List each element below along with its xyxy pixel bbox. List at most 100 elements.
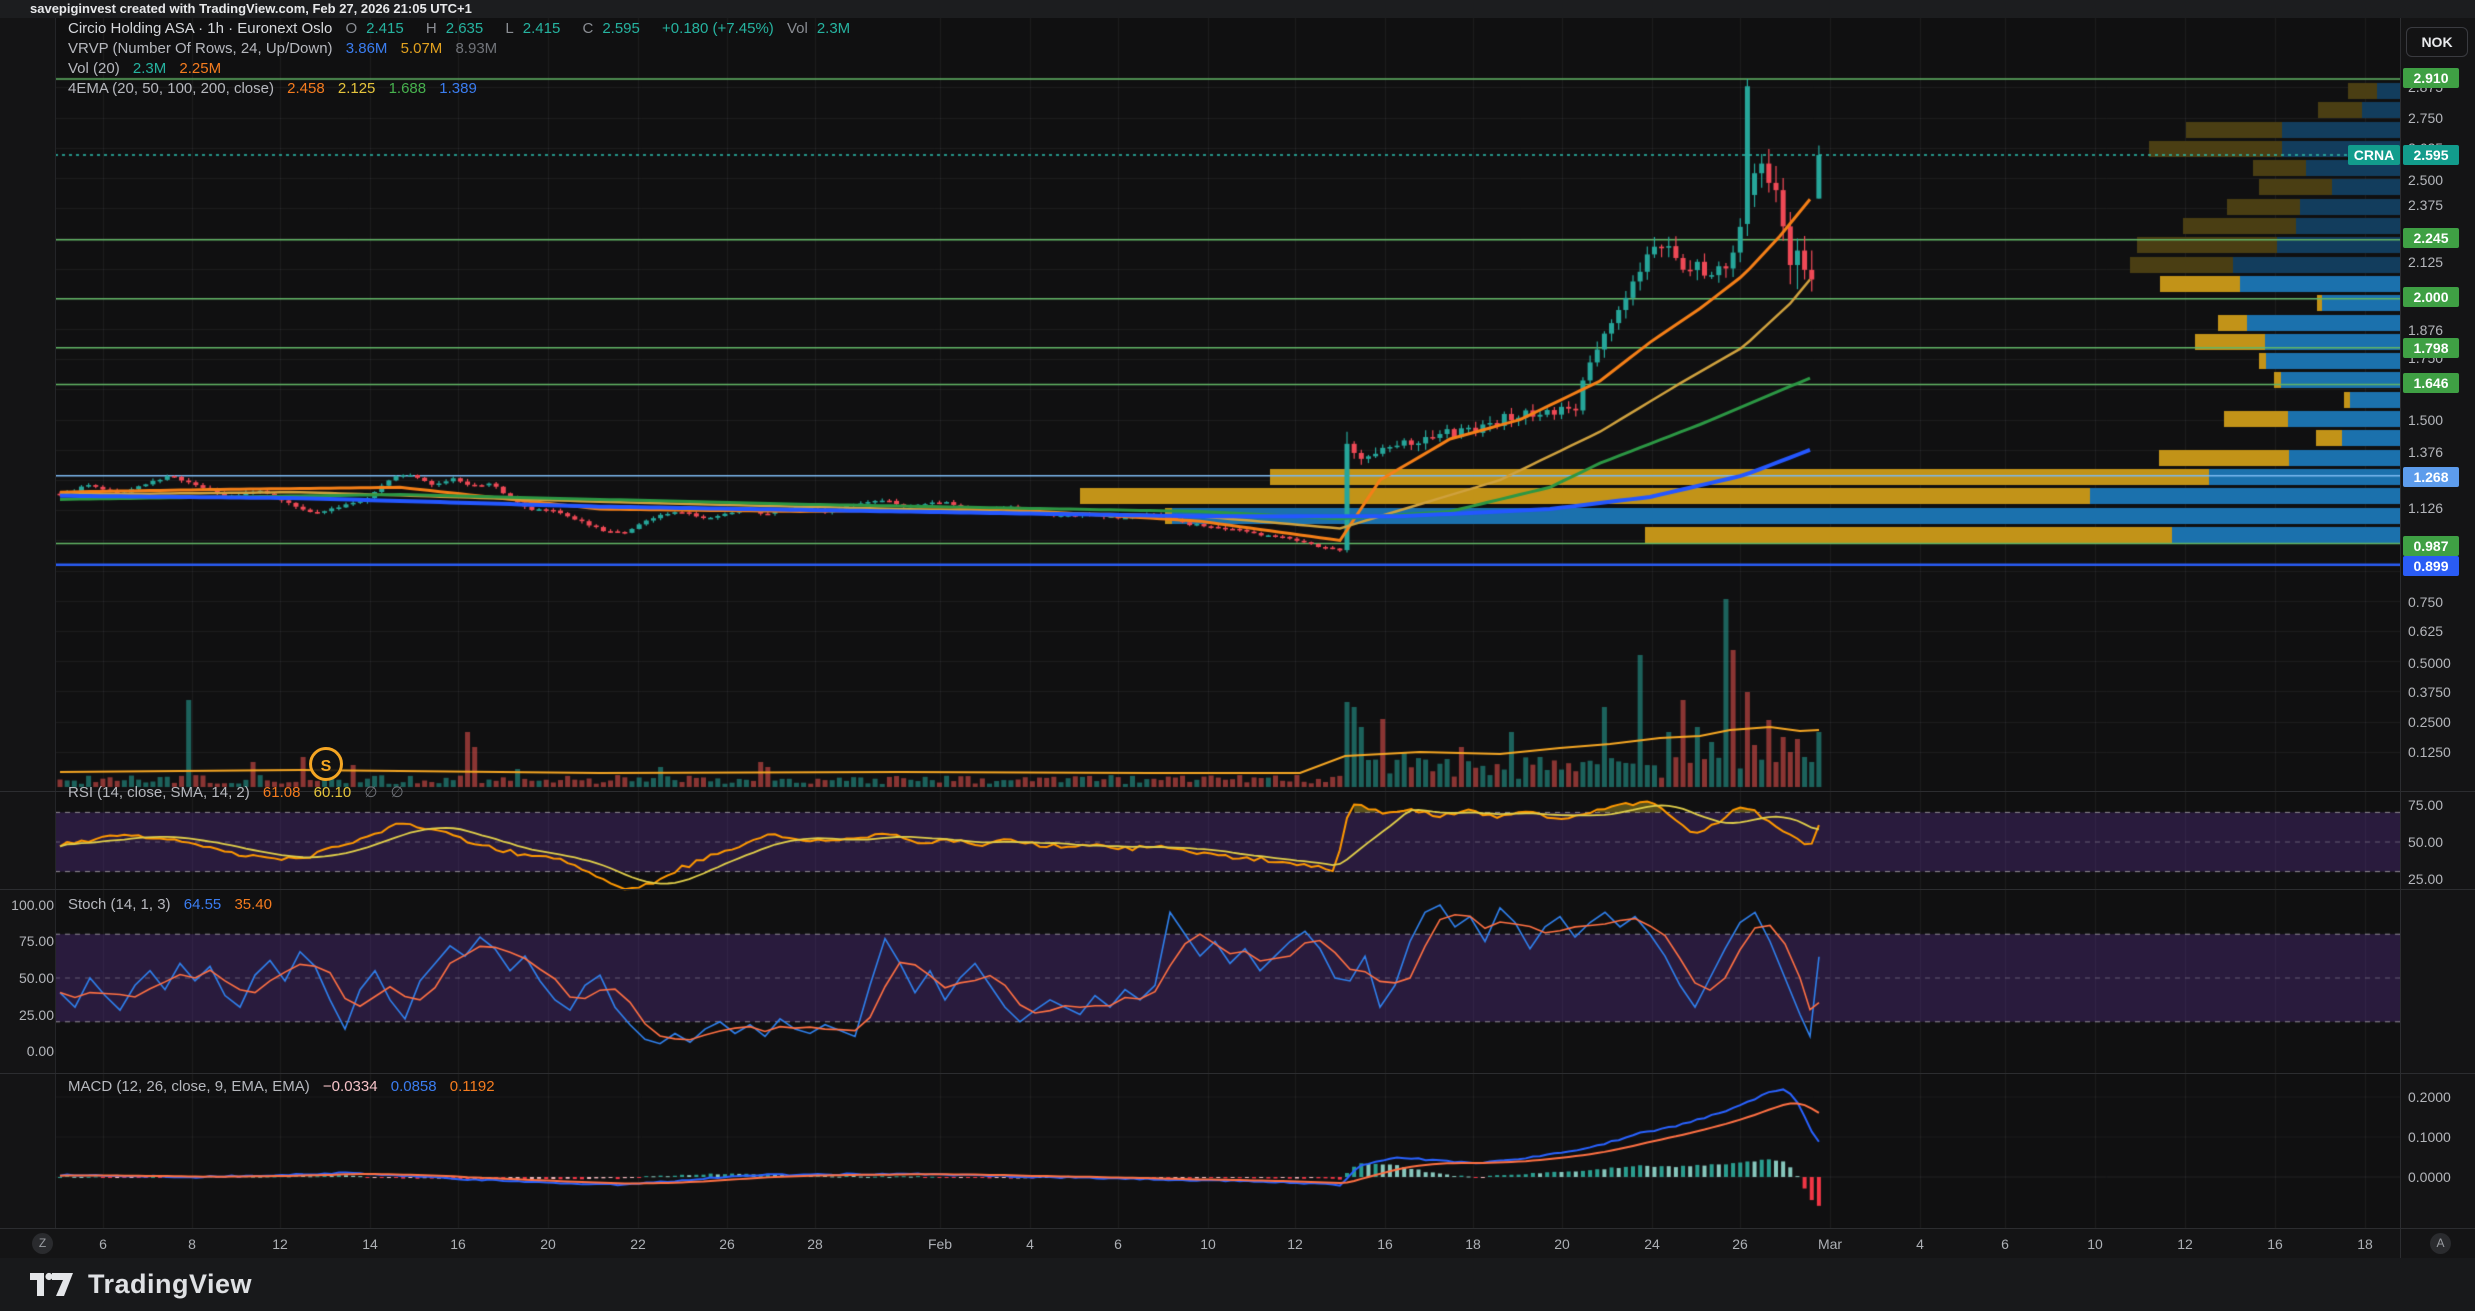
split-event-marker[interactable]: S bbox=[309, 747, 343, 781]
volume-label: Vol bbox=[786, 20, 808, 37]
change-value: +0.180 (+7.45%) bbox=[662, 20, 774, 37]
macd-name: MACD (12, 26, close, 9, EMA, EMA) bbox=[68, 1078, 310, 1095]
rsi-value-2: 60.10 bbox=[313, 784, 352, 801]
price-badge: 2.245 bbox=[2403, 228, 2459, 248]
stoch-k-value: 64.55 bbox=[183, 896, 222, 913]
ema50-value: 2.125 bbox=[337, 80, 376, 97]
pane-separator[interactable] bbox=[0, 889, 2475, 890]
time-axis-label: 6 bbox=[99, 1236, 107, 1252]
price-badge: 0.987 bbox=[2403, 536, 2459, 556]
price-axis-label: 2.125 bbox=[2408, 254, 2444, 270]
vrvp-value-3: 8.93M bbox=[455, 40, 498, 57]
time-axis-label: 16 bbox=[450, 1236, 466, 1252]
stoch-axis-label: 75.00 bbox=[18, 933, 54, 949]
price-axis-label: 1.500 bbox=[2408, 412, 2444, 428]
currency-button[interactable]: NOK bbox=[2406, 27, 2468, 57]
stoch-legend-row[interactable]: Stoch (14, 1, 3) 64.55 35.40 bbox=[68, 896, 281, 913]
time-axis-label: 20 bbox=[1554, 1236, 1570, 1252]
time-axis-label: Feb bbox=[927, 1236, 953, 1252]
time-axis-border bbox=[0, 1228, 2475, 1229]
attribution-text: savepiginvest created with TradingView.c… bbox=[30, 1, 472, 16]
vrvp-legend-row[interactable]: VRVP (Number Of Rows, 24, Up/Down) 3.86M… bbox=[68, 40, 506, 57]
ema-name: 4EMA (20, 50, 100, 200, close) bbox=[68, 80, 274, 97]
time-axis-label: 8 bbox=[188, 1236, 196, 1252]
time-axis-label: 24 bbox=[1644, 1236, 1660, 1252]
rsi-value-3: ∅ bbox=[364, 784, 378, 801]
tradingview-logo-icon bbox=[30, 1272, 73, 1296]
price-badge: 1.646 bbox=[2403, 373, 2459, 393]
stoch-axis-label: 0.00 bbox=[26, 1043, 54, 1059]
rsi-axis-label: 25.00 bbox=[2408, 871, 2444, 887]
tradingview-chart-window: savepiginvest created with TradingView.c… bbox=[0, 0, 2475, 1311]
time-axis-label: 20 bbox=[540, 1236, 556, 1252]
price-axis-label: 2.500 bbox=[2408, 172, 2444, 188]
pane-separator[interactable] bbox=[0, 1073, 2475, 1074]
time-axis-label: 12 bbox=[2177, 1236, 2193, 1252]
macd-axis-label: 0.0000 bbox=[2408, 1169, 2451, 1185]
time-axis-label: 22 bbox=[630, 1236, 646, 1252]
time-axis-label: 10 bbox=[1200, 1236, 1216, 1252]
time-axis-label: 18 bbox=[1465, 1236, 1481, 1252]
price-axis-label: 0.1250 bbox=[2408, 744, 2451, 760]
price-badge: 0.899 bbox=[2403, 556, 2459, 576]
price-axis-label: 0.2500 bbox=[2408, 714, 2451, 730]
macd-axis-label: 0.1000 bbox=[2408, 1129, 2451, 1145]
price-axis-label: 0.3750 bbox=[2408, 684, 2451, 700]
time-axis-label: 12 bbox=[272, 1236, 288, 1252]
time-axis-label: 10 bbox=[2087, 1236, 2103, 1252]
open-value: 2.415 bbox=[366, 20, 404, 37]
vrvp-value-2: 5.07M bbox=[400, 40, 443, 57]
symbol-title: Circio Holding ASA · 1h · Euronext Oslo bbox=[68, 20, 333, 37]
time-axis-label: 26 bbox=[719, 1236, 735, 1252]
price-axis-border bbox=[2400, 18, 2401, 1258]
price-axis-label: 2.375 bbox=[2408, 197, 2444, 213]
symbol-price-tag: CRNA bbox=[2348, 145, 2400, 165]
price-axis-label: 1.126 bbox=[2408, 500, 2444, 516]
symbol-legend-row[interactable]: Circio Holding ASA · 1h · Euronext Oslo … bbox=[68, 20, 868, 37]
low-value: 2.415 bbox=[522, 20, 561, 37]
time-axis-label: 4 bbox=[1916, 1236, 1924, 1252]
close-value: 2.595 bbox=[602, 20, 640, 37]
tradingview-logo[interactable]: TradingView bbox=[28, 1268, 252, 1301]
vol-legend-row[interactable]: Vol (20) 2.3M 2.25M bbox=[68, 60, 230, 77]
price-badge: 2.000 bbox=[2403, 287, 2459, 307]
price-badge: 2.595 bbox=[2403, 145, 2459, 165]
time-axis-label: 26 bbox=[1732, 1236, 1748, 1252]
time-axis-label: 4 bbox=[1026, 1236, 1034, 1252]
price-axis-label: 0.625 bbox=[2408, 623, 2444, 639]
stoch-d-value: 35.40 bbox=[234, 896, 272, 913]
time-axis-label: 12 bbox=[1287, 1236, 1303, 1252]
rsi-axis-label: 75.00 bbox=[2408, 797, 2444, 813]
timezone-button[interactable]: Z bbox=[32, 1233, 53, 1254]
ema-legend-row[interactable]: 4EMA (20, 50, 100, 200, close) 2.458 2.1… bbox=[68, 80, 486, 97]
ema20-value: 2.458 bbox=[287, 80, 325, 97]
vol-name: Vol (20) bbox=[68, 60, 120, 77]
time-axis-label: 6 bbox=[2001, 1236, 2009, 1252]
high-label: H bbox=[425, 20, 437, 37]
auto-scale-button[interactable]: A bbox=[2430, 1233, 2451, 1254]
open-label: O bbox=[345, 20, 358, 37]
rsi-legend-row[interactable]: RSI (14, close, SMA, 14, 2) 61.08 60.10 … bbox=[68, 783, 413, 801]
high-value: 2.635 bbox=[445, 20, 484, 37]
macd-signal-value: 0.1192 bbox=[449, 1078, 495, 1095]
vol-value-1: 2.3M bbox=[132, 60, 167, 77]
price-axis-label: 1.876 bbox=[2408, 322, 2444, 338]
rsi-axis-label: 50.00 bbox=[2408, 834, 2444, 850]
price-axis-label: 1.376 bbox=[2408, 444, 2444, 460]
pane-left-border bbox=[55, 18, 56, 1228]
stoch-axis-label: 100.00 bbox=[11, 897, 54, 913]
time-axis-label: 16 bbox=[1377, 1236, 1393, 1252]
close-label: C bbox=[582, 20, 594, 37]
ema200-value: 1.389 bbox=[439, 80, 477, 97]
footer-bar: TradingView bbox=[0, 1258, 2475, 1311]
vol-value-2: 2.25M bbox=[179, 60, 222, 77]
price-badge: 2.910 bbox=[2403, 68, 2459, 88]
rsi-value-4: ∅ bbox=[390, 784, 404, 801]
chart-canvas[interactable] bbox=[55, 18, 2400, 1228]
vrvp-name: VRVP (Number Of Rows, 24, Up/Down) bbox=[68, 40, 333, 57]
price-axis-label: 0.5000 bbox=[2408, 655, 2451, 671]
time-axis-label: 18 bbox=[2357, 1236, 2373, 1252]
macd-line-value: 0.0858 bbox=[390, 1078, 437, 1095]
macd-legend-row[interactable]: MACD (12, 26, close, 9, EMA, EMA) −0.033… bbox=[68, 1078, 504, 1095]
time-axis-label: 6 bbox=[1114, 1236, 1122, 1252]
